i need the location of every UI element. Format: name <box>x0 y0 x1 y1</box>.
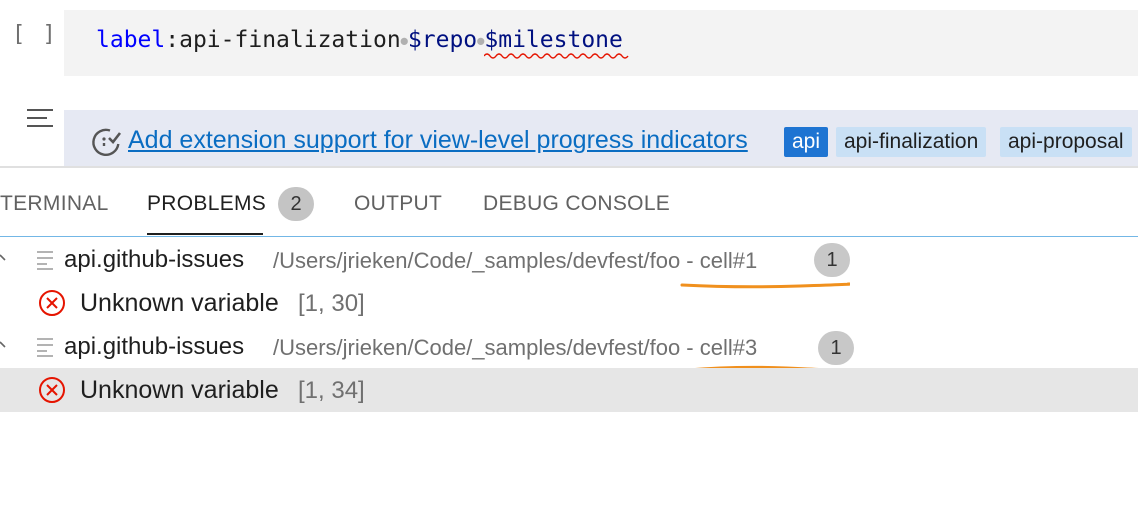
problem-file-name: api.github-issues <box>64 246 245 273</box>
error-icon <box>38 376 66 409</box>
token-variable-repo: $repo <box>407 27 478 53</box>
problem-file-row[interactable]: api.github-issues /Users/jrieken/Code/_s… <box>0 238 1138 289</box>
problem-count-badge: 1 <box>814 243 850 277</box>
file-icon <box>36 337 54 362</box>
tab-terminal[interactable]: TERMINAL <box>0 192 109 216</box>
cell-execution-label[interactable]: [ ] <box>12 22 58 47</box>
problem-entry-row-selected[interactable]: Unknown variable [1, 34] <box>0 368 1138 412</box>
tag-api-finalization[interactable]: api-finalization <box>836 127 987 157</box>
menu-icon[interactable] <box>26 107 54 134</box>
code-line[interactable]: label:api-finalization●$repo●$milestone <box>96 27 629 59</box>
tab-debug-console[interactable]: DEBUG CONSOLE <box>483 192 670 216</box>
whitespace-dot: ● <box>477 33 485 48</box>
error-squiggle: $milestone <box>484 27 629 59</box>
problem-message: Unknown variable <box>80 289 279 317</box>
problem-count-badge: 1 <box>818 331 854 365</box>
problem-file-row[interactable]: api.github-issues /Users/jrieken/Code/_s… <box>0 325 1138 373</box>
token-value: api-finalization <box>179 27 401 53</box>
problem-file-path: /Users/jrieken/Code/_samples/devfest/foo… <box>273 248 758 273</box>
chevron-down-icon[interactable] <box>0 335 10 351</box>
token-colon: : <box>165 27 180 53</box>
file-icon <box>36 250 54 275</box>
problem-entry-row[interactable]: Unknown variable [1, 30] <box>0 281 1138 325</box>
problem-file-name: api.github-issues <box>64 333 245 360</box>
error-icon <box>38 289 66 322</box>
problem-position: [1, 34] <box>298 377 365 404</box>
problem-position: [1, 30] <box>298 290 365 317</box>
problem-message: Unknown variable <box>80 376 279 404</box>
panel-tabs: TERMINAL PROBLEMS 2 OUTPUT DEBUG CONSOLE <box>0 168 1138 236</box>
whitespace-dot: ● <box>400 33 408 48</box>
active-tab-indicator <box>147 233 263 235</box>
tab-output[interactable]: OUTPUT <box>354 192 442 216</box>
token-label-keyword: label <box>96 27 166 53</box>
token-variable-milestone: $milestone <box>484 27 623 53</box>
problem-file-path: /Users/jrieken/Code/_samples/devfest/foo… <box>273 335 758 360</box>
tab-problems[interactable]: PROBLEMS <box>147 192 266 216</box>
tag-api-proposal[interactable]: api-proposal <box>1000 127 1132 157</box>
squiggle-underline <box>484 53 629 59</box>
issue-title-link[interactable]: Add extension support for view-level pro… <box>128 126 748 155</box>
problems-count-badge: 2 <box>278 187 314 221</box>
chevron-down-icon[interactable] <box>0 248 10 264</box>
issue-closed-icon <box>90 126 122 163</box>
tag-api[interactable]: api <box>784 127 829 157</box>
panel-divider <box>0 236 1138 237</box>
